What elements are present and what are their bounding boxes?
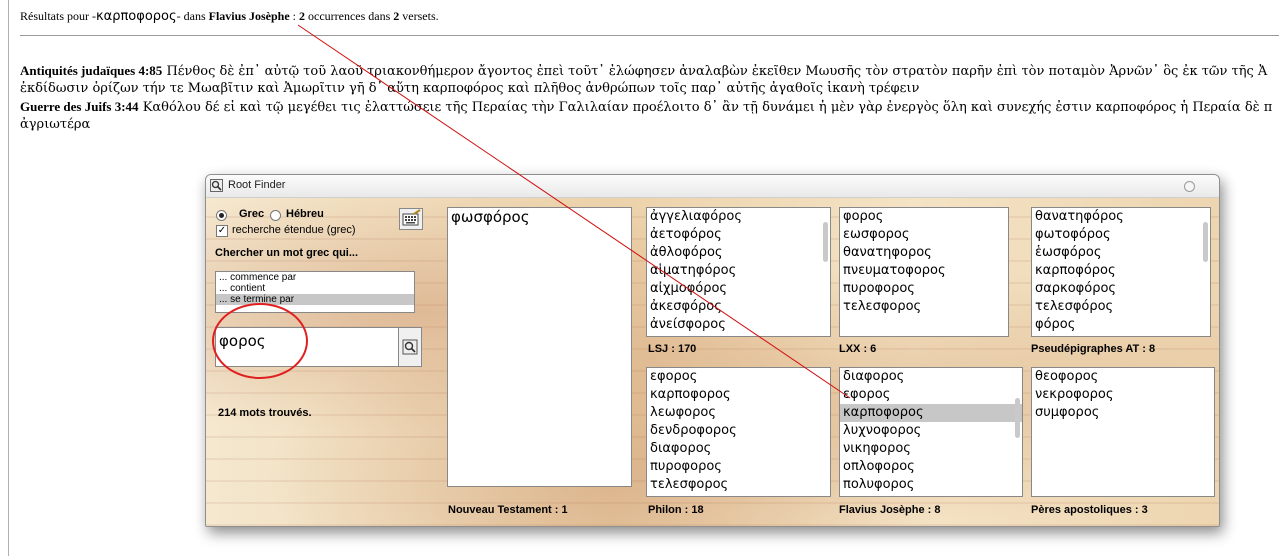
results-header: Résultats pour -καρποφορος- dans Flavius… [20,9,439,24]
nt-count-label: Nouveau Testament : 1 [448,504,568,516]
list-item[interactable]: πνευματοφορος [840,262,1008,280]
results-list: Antiquités judaïques 4:85 Πένθος δὲ ἐπ᾽ … [20,62,1279,134]
radio-hebreu-label: Hébreu [286,208,324,220]
window-title: Root Finder [228,179,286,191]
main-word-list[interactable]: φωσφόρος [447,207,632,487]
extended-search-label: recherche étendue (grec) [232,224,356,236]
list-item[interactable]: ἑωσφόρος [1032,244,1210,262]
list-item[interactable]: τελεσφορος [647,476,830,494]
list-item[interactable]: πυροφορος [840,280,1008,298]
found-count: 214 mots trouvés. [218,407,312,419]
list-item[interactable]: θανατηφόρος [1032,208,1210,226]
list-item-selected[interactable]: καρποφορος [840,404,1022,422]
radio-grec[interactable] [216,210,227,221]
radio-hebreu[interactable] [270,210,281,221]
josephe-word-list[interactable]: διαφορος εφορος καρποφορος λυχνοφορος νι… [839,367,1023,497]
peres-word-list[interactable]: θεοφορος νεκροφορος συμφορος [1031,367,1215,497]
search-heading: Chercher un mot grec qui... [215,247,359,259]
keyboard-button[interactable] [399,208,423,230]
lxx-word-list[interactable]: φορος εωσφορος θανατηφορος πνευματοφορος… [839,207,1009,337]
highlight-circle [212,303,308,379]
extended-search-checkbox[interactable]: ✓ [216,225,228,237]
list-item[interactable]: νεκροφορος [1032,386,1214,404]
lsj-word-list[interactable]: ἀγγελιαφόρος ἀετοφόρος ἀθλοφόρος αἱματηφ… [646,207,831,337]
mode-option-starts[interactable]: ... commence par [216,272,414,283]
list-item[interactable]: ἀγγελιαφόρος [647,208,830,226]
list-item[interactable]: σαρκοφόρος [1032,280,1210,298]
search-icon [402,339,418,355]
list-item[interactable]: φορος [840,208,1008,226]
magnifier-app-icon [210,179,223,192]
radio-grec-label: Grec [239,208,265,220]
lsj-count-label: LSJ : 170 [648,343,697,355]
root-finder-window: Root Finder Grec Hébreu ✓ recherche éten… [205,174,1220,527]
list-item[interactable]: φωσφόρος [448,208,631,230]
philon-count-label: Philon : 18 [648,504,704,516]
list-item[interactable]: καρποφόρος [1032,262,1210,280]
scrollbar[interactable] [1203,222,1208,262]
list-item[interactable]: διαφορος [840,368,1022,386]
result-ref-link[interactable]: Guerre des Juifs 3:44 [20,99,139,114]
list-item[interactable]: τελεσφορος [840,298,1008,316]
list-item[interactable]: πολυφορος [840,476,1022,494]
keyboard-icon [402,209,421,226]
header-sep: : [289,9,299,23]
result-text: Πένθος δὲ ἐπ᾽ αὐτῷ τοῦ λαοῦ τριακονθήμερ… [162,64,1268,79]
list-item[interactable]: εφορος [840,386,1022,404]
title-bar[interactable]: Root Finder [206,175,1219,198]
scrollbar[interactable] [823,222,828,262]
close-icon[interactable] [1184,181,1195,192]
list-item[interactable]: θεοφορος [1032,368,1214,386]
result-row: Guerre des Juifs 3:44 Καθόλου δέ εἰ καὶ … [20,98,1279,116]
result-text-cont: ἐκδίδωσιν ὁρίζων τήν τε Μωαβῖτιν καὶ Ἀμω… [20,81,920,96]
list-item[interactable]: εφορος [647,368,830,386]
list-item[interactable]: τελεσφόρος [1032,298,1210,316]
list-item[interactable]: αἰχμοφόρος [647,280,830,298]
list-item[interactable]: λεωφορος [647,404,830,422]
result-text-cont: ἀγριωτέρα [20,117,91,132]
list-item[interactable]: διαφορος [647,440,830,458]
list-item[interactable]: ἀκεσφόρος [647,298,830,316]
list-item[interactable]: νικηφορος [840,440,1022,458]
pseudepigraphes-count-label: Pseudépigraphes AT : 8 [1031,343,1156,355]
list-item[interactable]: πυροφορος [647,458,830,476]
result-ref-link[interactable]: Antiquités judaïques 4:85 [20,63,162,78]
list-item[interactable]: καρποφορος [647,386,830,404]
result-row-cont: ἀγριωτέρα [20,116,1279,134]
list-item[interactable]: οπλοφορος [840,458,1022,476]
mode-option-ends[interactable]: ... se termine par [216,294,414,305]
list-item[interactable]: φωτοφόρος [1032,226,1210,244]
header-occ-text: occurrences dans [305,9,394,23]
list-item[interactable]: αἱματηφόρος [647,262,830,280]
search-button[interactable] [398,327,422,367]
list-item[interactable]: ἀθλοφόρος [647,244,830,262]
scrollbar[interactable] [1015,398,1020,438]
result-row-cont: ἐκδίδωσιν ὁρίζων τήν τε Μωαβῖτιν καὶ Ἀμω… [20,80,1279,98]
mode-option-contains[interactable]: ... contient [216,283,414,294]
list-item[interactable]: φόρος [1032,316,1210,334]
header-verse-text: versets. [399,9,439,23]
header-mid: - dans [176,9,209,23]
josephe-count-label: Flavius Josèphe : 8 [839,504,941,516]
header-divider [20,35,1279,36]
philon-word-list[interactable]: εφορος καρποφορος λεωφορος δενδροφορος δ… [646,367,831,497]
peres-count-label: Pères apostoliques : 3 [1031,504,1148,516]
header-query: καρποφορος [96,9,177,24]
pseudepigraphes-word-list[interactable]: θανατηφόρος φωτοφόρος ἑωσφόρος καρποφόρο… [1031,207,1211,337]
result-row: Antiquités judaïques 4:85 Πένθος δὲ ἐπ᾽ … [20,62,1279,80]
list-item[interactable]: συμφορος [1032,404,1214,422]
list-item[interactable]: δενδροφορος [647,422,830,440]
result-text: Καθόλου δέ εἰ καὶ τῷ μεγέθει τις ἐλαττώσ… [138,100,1273,115]
list-item[interactable]: θανατηφορος [840,244,1008,262]
list-item[interactable]: ἀετοφόρος [647,226,830,244]
left-border [8,0,9,556]
header-prefix: Résultats pour - [20,9,96,23]
lxx-count-label: LXX : 6 [839,343,877,355]
list-item[interactable]: λυχνοφορος [840,422,1022,440]
header-corpus: Flavius Josèphe [208,9,290,23]
list-item[interactable]: ἀνείσφορος [647,316,830,334]
list-item[interactable]: εωσφορος [840,226,1008,244]
